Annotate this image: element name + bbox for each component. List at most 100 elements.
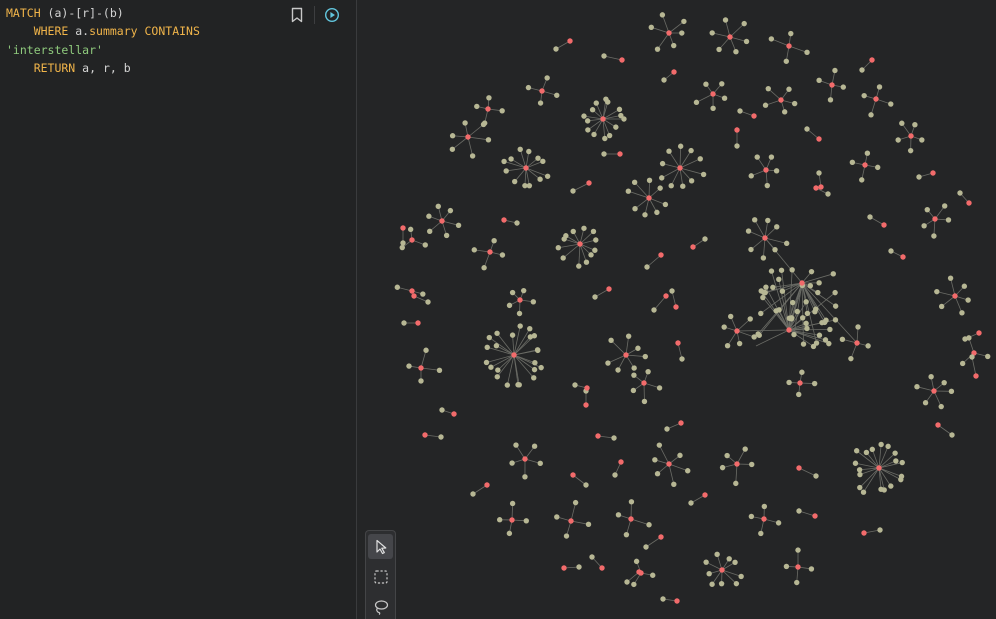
- graph-node-leaf[interactable]: [839, 336, 846, 343]
- graph-node-hub[interactable]: [931, 388, 937, 394]
- graph-node-leaf[interactable]: [849, 159, 856, 166]
- graph-node-leaf[interactable]: [775, 520, 782, 526]
- graph-node-leaf[interactable]: [601, 53, 607, 59]
- graph-node-leaf[interactable]: [537, 100, 544, 106]
- graph-node-leaf[interactable]: [795, 547, 801, 553]
- graph-node-leaf[interactable]: [605, 360, 611, 366]
- graph-node-hub[interactable]: [586, 180, 592, 186]
- graph-node-leaf[interactable]: [501, 158, 507, 165]
- graph-node-leaf[interactable]: [563, 233, 569, 239]
- graph-node-leaf[interactable]: [830, 271, 836, 277]
- graph-edge[interactable]: [712, 32, 731, 38]
- graph-node-leaf[interactable]: [768, 154, 775, 160]
- graph-node-leaf[interactable]: [808, 566, 815, 572]
- graph-edge[interactable]: [489, 337, 515, 356]
- graph-node-leaf[interactable]: [773, 168, 780, 174]
- graph-node-leaf[interactable]: [656, 385, 663, 391]
- graph-node-leaf[interactable]: [748, 246, 754, 253]
- graph-node-leaf[interactable]: [486, 334, 492, 341]
- graph-node-hub[interactable]: [869, 57, 875, 63]
- graph-node-hub[interactable]: [411, 293, 417, 299]
- graph-node-leaf[interactable]: [928, 374, 934, 380]
- graph-node-leaf[interactable]: [499, 108, 505, 114]
- graph-node-hub[interactable]: [465, 134, 471, 140]
- graph-edge[interactable]: [788, 329, 830, 331]
- graph-node-leaf[interactable]: [570, 188, 576, 194]
- graph-node-leaf[interactable]: [624, 579, 630, 585]
- graph-edge[interactable]: [610, 340, 627, 356]
- graph-edge[interactable]: [653, 295, 667, 311]
- graph-node-leaf[interactable]: [503, 168, 509, 174]
- graph-node-leaf[interactable]: [703, 559, 709, 565]
- graph-node-leaf[interactable]: [615, 367, 621, 373]
- graph-node-leaf[interactable]: [816, 280, 822, 286]
- graph-node-leaf[interactable]: [794, 308, 801, 315]
- graph-node-leaf[interactable]: [776, 276, 782, 282]
- graph-node-leaf[interactable]: [853, 448, 860, 454]
- graph-edge[interactable]: [771, 38, 790, 47]
- graph-node-leaf[interactable]: [961, 283, 968, 289]
- graph-node-leaf[interactable]: [861, 92, 867, 99]
- graph-node-leaf[interactable]: [772, 246, 778, 253]
- graph-node-hub[interactable]: [675, 340, 681, 346]
- graph-node-leaf[interactable]: [593, 100, 599, 106]
- graph-node-leaf[interactable]: [786, 379, 792, 386]
- graph-node-leaf[interactable]: [924, 206, 930, 213]
- graph-node-leaf[interactable]: [486, 95, 492, 101]
- graph-node-leaf[interactable]: [865, 343, 871, 349]
- graph-edge[interactable]: [570, 502, 576, 522]
- graph-node-leaf[interactable]: [664, 426, 670, 432]
- graph-node-hub[interactable]: [932, 216, 938, 222]
- graph-node-leaf[interactable]: [538, 364, 544, 371]
- graph-node-leaf[interactable]: [864, 150, 871, 156]
- graph-node-leaf[interactable]: [656, 442, 663, 448]
- graph-node-hub[interactable]: [674, 598, 680, 604]
- graph-edge[interactable]: [950, 278, 956, 297]
- graph-node-hub[interactable]: [485, 106, 491, 112]
- graph-node-leaf[interactable]: [732, 559, 738, 566]
- graph-node-leaf[interactable]: [826, 340, 832, 347]
- graph-node-leaf[interactable]: [407, 226, 414, 233]
- graph-node-leaf[interactable]: [962, 336, 968, 342]
- graph-node-hub[interactable]: [796, 465, 802, 471]
- graph-node-leaf[interactable]: [688, 147, 694, 154]
- graph-node-leaf[interactable]: [560, 255, 566, 261]
- graph-node-leaf[interactable]: [648, 24, 654, 31]
- graph-node-hub[interactable]: [599, 565, 605, 571]
- graph-node-hub[interactable]: [666, 30, 672, 36]
- graph-node-hub[interactable]: [727, 34, 733, 40]
- box-select-tool-button[interactable]: [368, 564, 393, 589]
- graph-node-leaf[interactable]: [491, 238, 497, 244]
- graph-edge[interactable]: [420, 367, 440, 371]
- graph-node-leaf[interactable]: [781, 109, 788, 115]
- graph-node-hub[interactable]: [400, 225, 406, 231]
- graph-node-leaf[interactable]: [590, 228, 597, 235]
- graph-node-leaf[interactable]: [916, 174, 922, 180]
- graph-node-leaf[interactable]: [623, 531, 630, 538]
- graph-edge[interactable]: [936, 291, 956, 297]
- graph-edge[interactable]: [625, 354, 646, 357]
- graph-node-leaf[interactable]: [522, 474, 528, 480]
- graph-node-leaf[interactable]: [783, 240, 790, 247]
- graph-node-leaf[interactable]: [540, 158, 546, 165]
- graph-node-leaf[interactable]: [765, 217, 771, 224]
- graph-node-hub[interactable]: [881, 222, 887, 228]
- graph-edge[interactable]: [578, 243, 581, 267]
- graph-node-leaf[interactable]: [733, 580, 740, 587]
- graph-node-leaf[interactable]: [517, 323, 523, 329]
- graph-node-leaf[interactable]: [592, 294, 598, 300]
- graph-node-leaf[interactable]: [790, 299, 796, 306]
- graph-node-hub[interactable]: [561, 565, 567, 571]
- graph-node-leaf[interactable]: [628, 499, 635, 505]
- graph-node-leaf[interactable]: [420, 291, 426, 297]
- graph-node-leaf[interactable]: [422, 242, 428, 248]
- graph-node-leaf[interactable]: [576, 263, 582, 269]
- graph-node-leaf[interactable]: [941, 379, 947, 386]
- graph-node-hub[interactable]: [816, 136, 822, 142]
- graph-node-leaf[interactable]: [652, 457, 658, 463]
- graph-node-leaf[interactable]: [535, 347, 541, 354]
- graph-edge[interactable]: [487, 346, 515, 356]
- graph-node-hub[interactable]: [484, 482, 490, 488]
- graph-edge[interactable]: [971, 356, 977, 377]
- graph-node-leaf[interactable]: [436, 367, 443, 373]
